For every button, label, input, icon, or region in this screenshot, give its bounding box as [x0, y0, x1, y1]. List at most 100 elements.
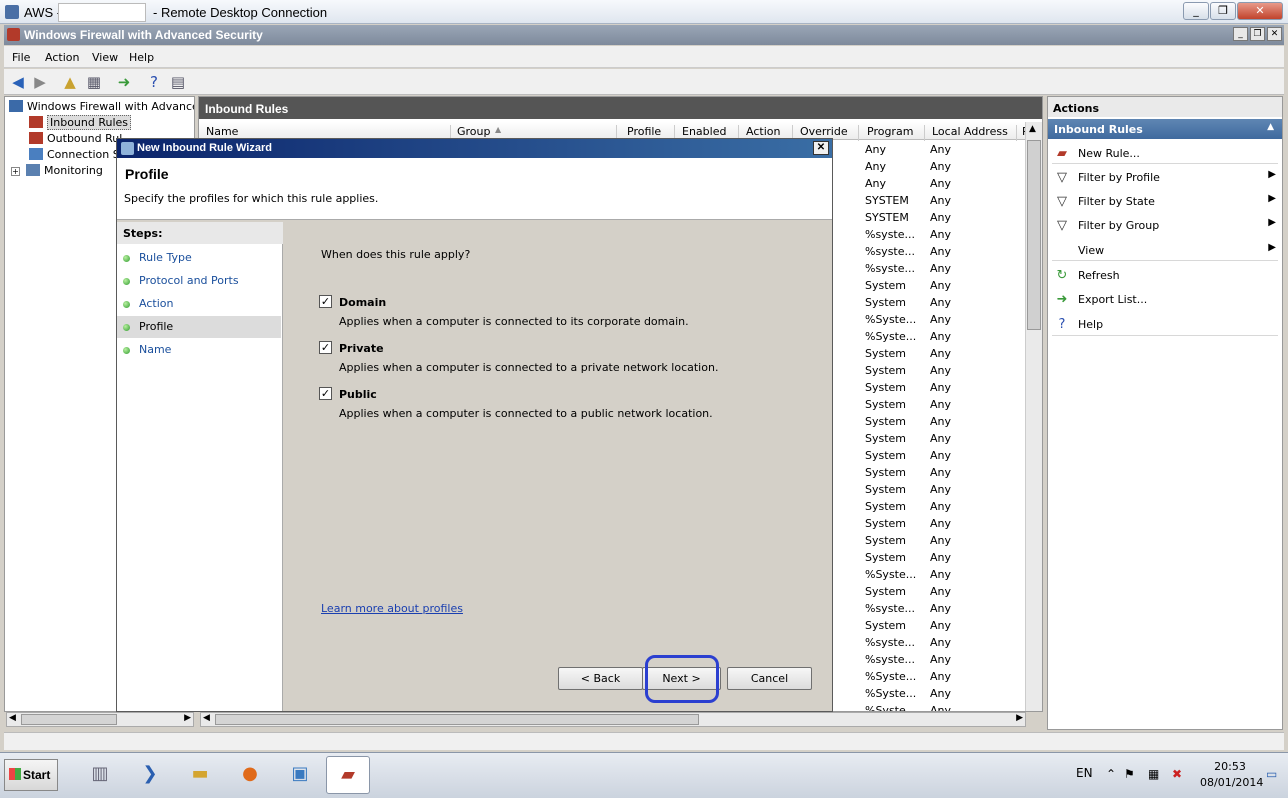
menu-file[interactable]: File	[12, 51, 30, 64]
public-checkbox[interactable]: ✓	[319, 387, 332, 400]
table-row[interactable]: System Any	[861, 498, 1031, 515]
menu-action[interactable]: Action	[45, 51, 79, 64]
table-row[interactable]: %syste... Any	[861, 600, 1031, 617]
show-desktop-icon[interactable]: ▭	[1266, 767, 1277, 781]
tree-item-inbound-rules[interactable]: Inbound Rules	[29, 115, 132, 132]
tree-scroll-thumb[interactable]	[21, 714, 117, 725]
menu-help[interactable]: Help	[129, 51, 154, 64]
action-help[interactable]: ? Help	[1052, 314, 1278, 336]
table-row[interactable]: System Any	[861, 549, 1031, 566]
action-export-list[interactable]: ➜ Export List...	[1052, 289, 1278, 311]
public-label[interactable]: Public	[339, 388, 377, 401]
step-action[interactable]: Action	[117, 293, 281, 315]
step-rule-type[interactable]: Rule Type	[117, 247, 281, 269]
table-row[interactable]: System Any	[861, 345, 1031, 362]
table-row[interactable]: System Any	[861, 464, 1031, 481]
menu-view[interactable]: View	[92, 51, 118, 64]
control-panel-icon[interactable]: ▣	[278, 756, 322, 794]
table-row[interactable]: SYSTEM Any	[861, 192, 1031, 209]
tree-item-connection-security[interactable]: Connection Se	[29, 148, 127, 164]
action-new-rule[interactable]: ▰ New Rule...	[1052, 143, 1278, 165]
table-row[interactable]: System Any	[861, 362, 1031, 379]
domain-checkbox[interactable]: ✓	[319, 295, 332, 308]
file-explorer-icon[interactable]: ▬	[178, 756, 222, 794]
table-row[interactable]: System Any	[861, 532, 1031, 549]
learn-more-link[interactable]: Learn more about profiles	[321, 602, 463, 615]
table-row[interactable]: System Any	[861, 583, 1031, 600]
back-arrow-icon[interactable]: ◀	[8, 72, 28, 92]
back-button[interactable]: < Back	[558, 667, 643, 690]
network-icon[interactable]: ▦	[1148, 767, 1159, 781]
scroll-up-icon[interactable]: ▲	[1029, 124, 1036, 134]
close-button[interactable]: ✕	[1237, 2, 1283, 20]
step-profile[interactable]: Profile	[117, 316, 281, 338]
col-program[interactable]: Program	[867, 125, 925, 141]
action-filter-by-state[interactable]: ▽ Filter by State ▶	[1052, 191, 1278, 213]
table-row[interactable]: %Syste... Any	[861, 566, 1031, 583]
table-row[interactable]: Any Any	[861, 175, 1031, 192]
table-row[interactable]: %syste... Any	[861, 226, 1031, 243]
scroll-right-icon[interactable]: ▶	[1016, 713, 1023, 723]
language-indicator[interactable]: EN	[1076, 766, 1093, 780]
show-hide-tree-icon[interactable]: ▦	[84, 72, 104, 92]
private-label[interactable]: Private	[339, 342, 384, 355]
app-minimize-button[interactable]: _	[1233, 27, 1248, 41]
powershell-icon[interactable]: ❯	[128, 756, 172, 794]
tree-horizontal-scrollbar[interactable]: ◀ ▶	[6, 712, 194, 727]
table-row[interactable]: %Syste... Any	[861, 668, 1031, 685]
table-row[interactable]: %Syste... Any	[861, 702, 1031, 711]
export-icon[interactable]: ➜	[114, 72, 134, 92]
volume-muted-icon[interactable]: ✖	[1172, 767, 1182, 781]
table-row[interactable]: %Syste... Any	[861, 685, 1031, 702]
table-row[interactable]: System Any	[861, 396, 1031, 413]
table-row[interactable]: %syste... Any	[861, 634, 1031, 651]
minimize-button[interactable]: _	[1183, 2, 1209, 20]
step-protocol-and-ports[interactable]: Protocol and Ports	[117, 270, 281, 292]
clock-time[interactable]: 20:53	[1200, 760, 1260, 773]
vertical-scrollbar[interactable]: ▲	[1025, 122, 1042, 711]
expand-plus-icon[interactable]: +	[11, 167, 20, 176]
clock-date[interactable]: 08/01/2014	[1200, 776, 1263, 789]
table-row[interactable]: System Any	[861, 379, 1031, 396]
action-filter-by-group[interactable]: ▽ Filter by Group ▶	[1052, 215, 1278, 237]
tree-item-monitoring[interactable]: + Monitoring	[11, 164, 103, 180]
table-row[interactable]: Any Any	[861, 141, 1031, 158]
rules-scroll-thumb[interactable]	[215, 714, 699, 725]
tree-root[interactable]: Windows Firewall with Advanced S	[9, 100, 194, 116]
table-row[interactable]: System Any	[861, 617, 1031, 634]
scroll-thumb[interactable]	[1027, 140, 1041, 330]
table-row[interactable]: System Any	[861, 294, 1031, 311]
show-hidden-icons-icon[interactable]: ⌃	[1106, 767, 1116, 781]
rules-horizontal-scrollbar[interactable]: ◀ ▶	[200, 712, 1026, 727]
collapse-icon[interactable]: ▲	[1267, 122, 1274, 132]
cancel-button[interactable]: Cancel	[727, 667, 812, 690]
scroll-right-icon[interactable]: ▶	[184, 713, 191, 723]
restore-button[interactable]: ❐	[1210, 2, 1236, 20]
firewall-task-icon[interactable]: ▰	[326, 756, 370, 794]
scroll-left-icon[interactable]: ◀	[9, 713, 16, 723]
table-row[interactable]: System Any	[861, 430, 1031, 447]
table-row[interactable]: SYSTEM Any	[861, 209, 1031, 226]
help-icon[interactable]: ?	[144, 72, 164, 92]
action-filter-by-profile[interactable]: ▽ Filter by Profile ▶	[1052, 167, 1278, 189]
firefox-icon[interactable]: ●	[228, 756, 272, 794]
wizard-close-button[interactable]: ✕	[813, 141, 829, 155]
forward-arrow-icon[interactable]: ▶	[30, 72, 50, 92]
scroll-left-icon[interactable]: ◀	[203, 713, 210, 723]
table-row[interactable]: %Syste... Any	[861, 328, 1031, 345]
action-view[interactable]: View ▶	[1052, 240, 1278, 262]
actions-section-header[interactable]: Inbound Rules ▲	[1048, 119, 1282, 139]
tree-item-outbound-rules[interactable]: Outbound Rul	[29, 132, 122, 148]
table-row[interactable]: System Any	[861, 447, 1031, 464]
show-action-pane-icon[interactable]: ▤	[168, 72, 188, 92]
table-row[interactable]: %syste... Any	[861, 260, 1031, 277]
action-center-flag-icon[interactable]: ⚑	[1124, 767, 1135, 781]
server-manager-icon[interactable]: ▥	[78, 756, 122, 794]
table-row[interactable]: %Syste... Any	[861, 311, 1031, 328]
start-button[interactable]: Start	[4, 759, 58, 791]
step-name[interactable]: Name	[117, 339, 281, 361]
app-close-button[interactable]: ✕	[1267, 27, 1282, 41]
table-row[interactable]: %syste... Any	[861, 651, 1031, 668]
table-row[interactable]: System Any	[861, 481, 1031, 498]
table-row[interactable]: System Any	[861, 277, 1031, 294]
